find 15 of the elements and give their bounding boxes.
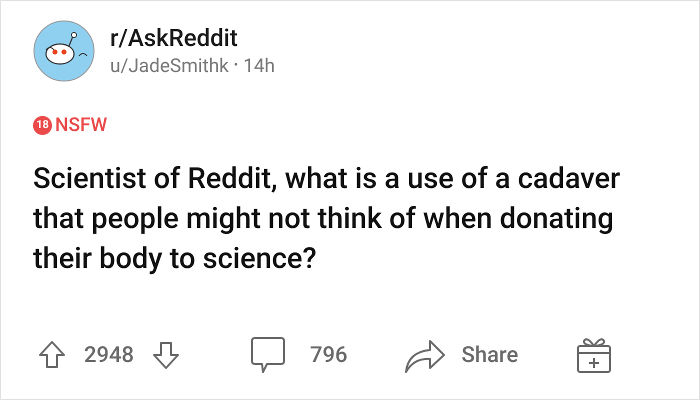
author-name[interactable]: u/JadeSmithk	[110, 53, 229, 79]
subreddit-name[interactable]: r/AskReddit	[110, 23, 276, 53]
avatar-icon	[33, 20, 95, 82]
gift-icon[interactable]	[575, 336, 614, 374]
separator-dot: •	[234, 57, 238, 75]
post-age: 14h	[243, 53, 276, 79]
age-badge: 18	[33, 116, 52, 135]
post-title[interactable]: Scientist of Reddit, what is a use of a cadaver that people might not think of when donating their body to science?	[1, 158, 699, 278]
vote-count: 2948	[84, 342, 134, 370]
share-button[interactable]: Share	[404, 336, 518, 374]
upvote-icon[interactable]	[38, 340, 66, 370]
comment-count: 796	[310, 342, 348, 370]
downvote-icon[interactable]	[152, 340, 180, 370]
comment-icon[interactable]	[250, 336, 286, 374]
nsfw-label: NSFW	[55, 112, 108, 138]
